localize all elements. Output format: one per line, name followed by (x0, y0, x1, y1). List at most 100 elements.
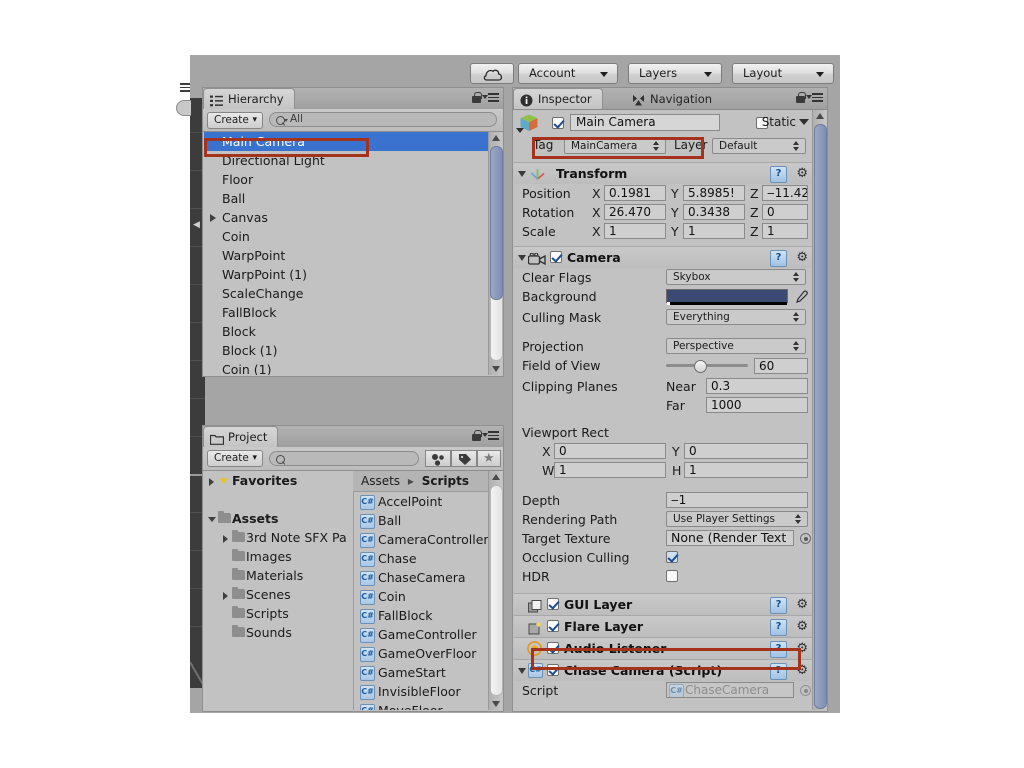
project-folder-tree[interactable]: ★ Favorites Assets 3rd Note SFX Pa Image… (204, 471, 352, 710)
slider-handle[interactable] (694, 360, 707, 373)
transform-component-header[interactable]: Transform ? ⚙ (514, 162, 814, 184)
far-input[interactable]: 1000 (706, 397, 808, 413)
tab-project[interactable]: Project (203, 426, 279, 447)
rotation-y-input[interactable]: 0.3438 (683, 204, 745, 220)
project-search-input[interactable] (269, 451, 419, 466)
project-create-button[interactable]: Create ▾ (207, 450, 263, 467)
project-tree-images[interactable]: Images (204, 547, 352, 566)
hierarchy-create-button[interactable]: Create ▾ (207, 112, 263, 129)
scroll-down-icon[interactable] (491, 701, 500, 707)
help-icon[interactable]: ? (770, 663, 787, 680)
position-y-input[interactable]: 5.8985! (683, 185, 745, 201)
panel-menu-icon[interactable] (806, 93, 823, 103)
cloud-services-button[interactable] (470, 63, 514, 84)
layers-button[interactable]: Layers (628, 63, 722, 84)
hierarchy-item-ball[interactable]: Ball (204, 189, 489, 208)
lock-icon[interactable] (796, 92, 806, 103)
prefab-dropdown-icon[interactable] (516, 128, 524, 133)
hierarchy-item-directional-light[interactable]: Directional Light (204, 151, 489, 170)
scale-y-input[interactable]: 1 (683, 223, 745, 239)
occlusion-culling-checkbox[interactable] (666, 551, 678, 563)
project-tree-scenes[interactable]: Scenes (204, 585, 352, 604)
collapse-arrow-icon[interactable] (518, 668, 526, 674)
scrollbar-thumb[interactable] (814, 124, 827, 709)
project-file-accelpoint[interactable]: C# AccelPoint (354, 492, 489, 511)
culling-mask-dropdown[interactable]: Everything (666, 309, 806, 325)
filter-by-type-button[interactable] (425, 450, 451, 467)
chase-camera-component-header[interactable]: C# Chase Camera (Script) ? ⚙ (514, 659, 814, 681)
target-texture-input[interactable]: None (Render Text (666, 530, 794, 546)
project-file-chase[interactable]: C# Chase (354, 549, 489, 568)
near-input[interactable]: 0.3 (706, 378, 808, 394)
hierarchy-item-floor[interactable]: Floor (204, 170, 489, 189)
lock-icon[interactable] (472, 92, 482, 103)
project-file-fallblock[interactable]: C# FallBlock (354, 606, 489, 625)
chevron-down-icon[interactable] (799, 119, 809, 125)
help-icon[interactable]: ? (770, 250, 787, 267)
gear-icon[interactable]: ⚙ (796, 664, 808, 677)
hierarchy-item-scalechange[interactable]: ScaleChange (204, 284, 489, 303)
project-file-gamestart[interactable]: C# GameStart (354, 663, 489, 682)
object-picker-icon[interactable] (800, 685, 811, 696)
scroll-up-icon[interactable] (491, 135, 500, 141)
position-z-input[interactable]: ‒11.42! (762, 185, 808, 201)
gui-layer-component-header[interactable]: GUI Layer ? ⚙ (514, 593, 814, 615)
hierarchy-item-main-camera[interactable]: Main Camera (204, 132, 489, 151)
object-enabled-checkbox[interactable] (552, 117, 564, 129)
position-x-input[interactable]: 0.1981 (604, 185, 666, 201)
expand-arrow-icon[interactable] (210, 214, 216, 222)
help-icon[interactable]: ? (770, 166, 787, 183)
flare-layer-enabled-checkbox[interactable] (547, 620, 559, 632)
expand-arrow-icon[interactable] (223, 535, 228, 543)
gear-icon[interactable]: ⚙ (796, 620, 808, 633)
clear-flags-dropdown[interactable]: Skybox (666, 269, 806, 285)
project-tree-scripts[interactable]: Scripts (204, 604, 352, 623)
hdr-checkbox[interactable] (666, 570, 678, 582)
project-file-chasecamera[interactable]: C# ChaseCamera (354, 568, 489, 587)
favorites-button[interactable]: ★ (477, 450, 501, 467)
collapse-arrow-icon[interactable] (518, 171, 526, 177)
expand-arrow-icon[interactable] (209, 478, 214, 486)
hierarchy-scrollbar[interactable] (488, 132, 503, 375)
scale-x-input[interactable]: 1 (604, 223, 666, 239)
hierarchy-item-fallblock[interactable]: FallBlock (204, 303, 489, 322)
viewport-w-input[interactable]: 1 (554, 462, 666, 478)
fov-input[interactable]: 60 (754, 358, 808, 374)
scroll-down-icon[interactable] (491, 366, 500, 372)
collapse-arrow-icon[interactable] (208, 517, 216, 522)
collapse-arrow-icon[interactable]: ◀ (193, 220, 200, 230)
panel-menu-icon[interactable] (482, 431, 499, 441)
viewport-x-input[interactable]: 0 (554, 443, 666, 459)
project-tree-favorites[interactable]: ★ Favorites (204, 471, 352, 490)
hierarchy-search-input[interactable]: All (269, 112, 497, 127)
layer-dropdown[interactable]: Default (712, 138, 806, 154)
project-file-movefloor[interactable]: C#MoveFloor (354, 701, 489, 710)
project-tree-materials[interactable]: Materials (204, 566, 352, 585)
viewport-y-input[interactable]: 0 (684, 443, 808, 459)
scale-z-input[interactable]: 1 (762, 223, 808, 239)
expand-arrow-icon[interactable] (223, 592, 228, 600)
viewport-h-input[interactable]: 1 (684, 462, 808, 478)
hierarchy-item-coin[interactable]: Coin (204, 227, 489, 246)
gui-layer-enabled-checkbox[interactable] (547, 598, 559, 610)
eyedropper-icon[interactable] (794, 289, 808, 308)
gear-icon[interactable]: ⚙ (796, 251, 808, 264)
rendering-path-dropdown[interactable]: Use Player Settings (666, 511, 808, 527)
tab-hierarchy[interactable]: Hierarchy (203, 88, 295, 109)
tab-navigation[interactable]: Navigation (625, 88, 723, 109)
layout-button[interactable]: Layout (732, 63, 834, 84)
object-picker-icon[interactable] (800, 533, 811, 544)
project-file-ball[interactable]: C# Ball (354, 511, 489, 530)
filter-by-label-button[interactable] (451, 450, 477, 467)
help-icon[interactable]: ? (770, 619, 787, 636)
panel-menu-icon[interactable] (482, 93, 499, 103)
gear-icon[interactable]: ⚙ (796, 598, 808, 611)
project-tree-3rd-note-sfx[interactable]: 3rd Note SFX Pa (204, 528, 352, 547)
object-name-input[interactable]: Main Camera (570, 114, 720, 131)
help-icon[interactable]: ? (770, 597, 787, 614)
project-file-list[interactable]: C# AccelPoint C# Ball C# CameraController C… (353, 492, 489, 710)
hierarchy-item-warppoint-1[interactable]: WarpPoint (1) (204, 265, 489, 284)
collapse-arrow-icon[interactable] (518, 255, 526, 261)
gear-icon[interactable]: ⚙ (796, 167, 808, 180)
scroll-up-icon[interactable] (491, 474, 500, 480)
